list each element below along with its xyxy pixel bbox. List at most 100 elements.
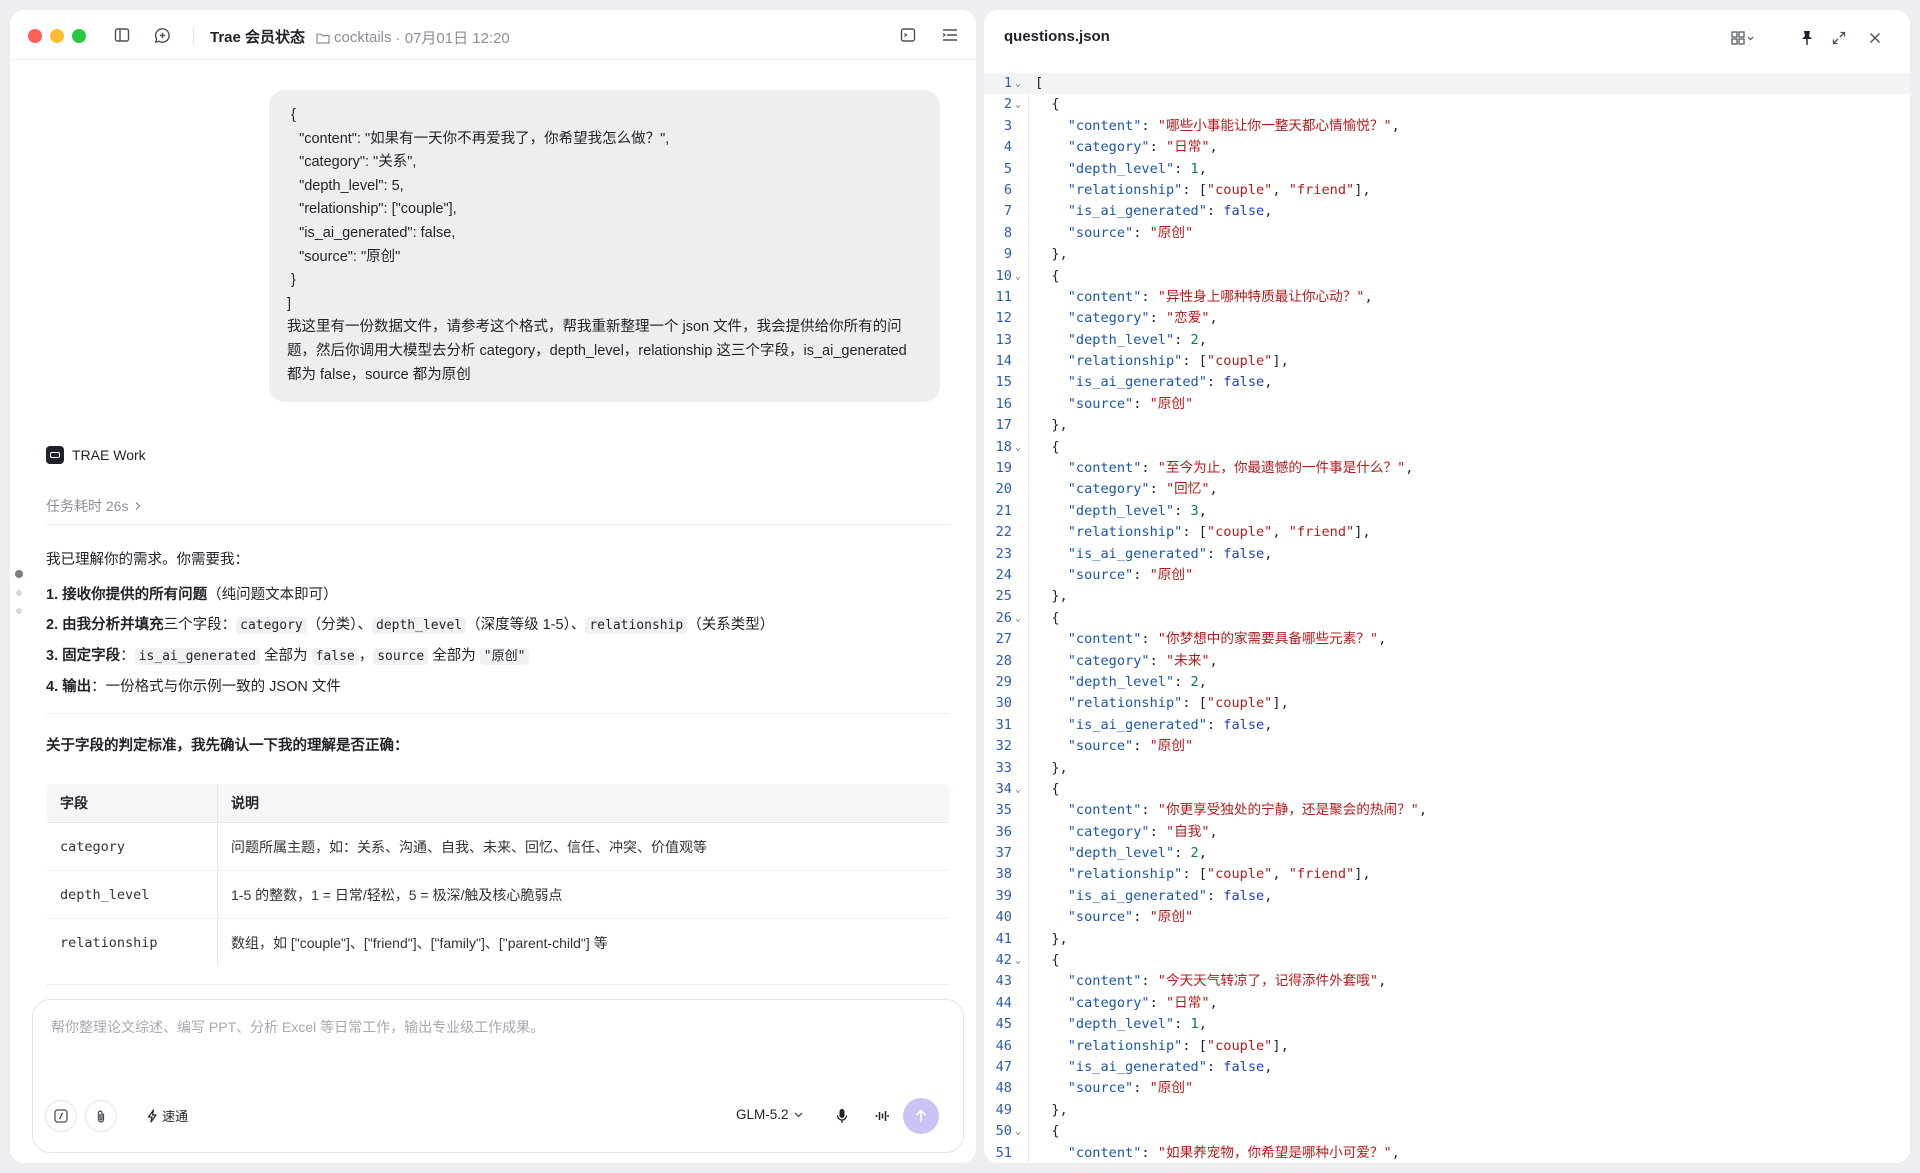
table-row: depth_level 1-5 的整数，1 = 日常/轻松，5 = 极深/触及核… bbox=[47, 870, 949, 919]
scroll-dot[interactable] bbox=[15, 570, 23, 578]
task-list-icon[interactable] bbox=[938, 23, 962, 47]
code-line: 6 "relationship": ["couple", "friend"], bbox=[984, 180, 1910, 201]
send-button[interactable] bbox=[903, 1098, 939, 1134]
folder-name[interactable]: cocktails bbox=[334, 29, 392, 46]
minimize-window-button[interactable] bbox=[50, 29, 64, 43]
code-line: 33 }, bbox=[984, 758, 1910, 779]
scroll-dot[interactable] bbox=[16, 590, 22, 596]
json-string: "原创" bbox=[1149, 395, 1194, 412]
code-punctuation: : bbox=[1149, 994, 1166, 1011]
code-punctuation: : bbox=[1174, 845, 1191, 862]
expand-button[interactable] bbox=[1828, 27, 1850, 49]
microphone-button[interactable] bbox=[830, 1104, 854, 1128]
code-punctuation: , bbox=[1209, 310, 1218, 327]
code-punctuation: : bbox=[1133, 909, 1150, 926]
line-number: 13 bbox=[995, 331, 1012, 348]
code-text: "category": "日常", bbox=[1035, 993, 1218, 1014]
task-duration-toggle[interactable]: 任务耗时 26s bbox=[46, 496, 142, 516]
model-selector[interactable]: GLM-5.2 bbox=[736, 1107, 803, 1122]
step-label: 4. 输出 bbox=[46, 679, 92, 695]
code-text: "source": "原创" bbox=[1035, 223, 1193, 244]
view-mode-dropdown[interactable] bbox=[1725, 27, 1761, 49]
code-line: 9 }, bbox=[984, 244, 1910, 265]
json-string: "原创" bbox=[1149, 1080, 1194, 1097]
user-code-line: ] bbox=[287, 295, 292, 312]
line-number: 23 bbox=[995, 545, 1012, 562]
code-punctuation: [ bbox=[1198, 181, 1207, 198]
command-button[interactable] bbox=[45, 1100, 77, 1132]
code-punctuation: : bbox=[1149, 652, 1166, 669]
voice-mode-button[interactable] bbox=[870, 1104, 894, 1128]
sidebar-toggle-icon[interactable] bbox=[110, 23, 134, 47]
step-text: ： bbox=[120, 648, 135, 664]
user-code-line: "source": "原创" bbox=[287, 248, 401, 265]
code-text: }, bbox=[1035, 758, 1067, 779]
code-punctuation: , bbox=[1198, 331, 1207, 348]
microphone-icon bbox=[836, 1109, 848, 1123]
pin-button[interactable] bbox=[1796, 27, 1818, 49]
code-punctuation: , bbox=[1280, 353, 1289, 370]
step-text: （关系类型） bbox=[687, 617, 775, 633]
json-number: 3 bbox=[1190, 502, 1199, 519]
json-key: "content" bbox=[1067, 460, 1142, 477]
fold-chevron-icon: ⌄ bbox=[1015, 1126, 1022, 1138]
code-punctuation: : bbox=[1133, 395, 1150, 412]
code-punctuation: , bbox=[1280, 1037, 1289, 1054]
code-line: 37 "depth_level": 2, bbox=[984, 843, 1910, 864]
code-text: { bbox=[1035, 1121, 1059, 1142]
arrow-up-icon bbox=[915, 1109, 927, 1122]
table-row: relationship 数组，如 ["couple"]、["friend"]、… bbox=[47, 918, 949, 966]
user-code-line: "category": "关系", bbox=[287, 154, 417, 171]
code-line: 44 "category": "日常", bbox=[984, 993, 1910, 1014]
code-punctuation: : bbox=[1174, 673, 1191, 690]
code-punctuation: : bbox=[1206, 716, 1224, 733]
attach-button[interactable] bbox=[85, 1100, 117, 1132]
code-line: 13 "depth_level": 2, bbox=[984, 330, 1910, 351]
code-line: 41 }, bbox=[984, 929, 1910, 950]
step-text: （分类）、 bbox=[306, 617, 372, 633]
code-line: 19 "content": "至今为止，你最遗憾的一件事是什么？", bbox=[984, 458, 1910, 479]
divider bbox=[46, 524, 950, 525]
code-punctuation: , bbox=[1418, 802, 1428, 819]
preview-panel-icon[interactable] bbox=[896, 23, 920, 47]
speed-mode-button[interactable]: 速通 bbox=[147, 1106, 188, 1125]
code-punctuation: , bbox=[1209, 481, 1218, 498]
code-text: "depth_level": 1, bbox=[1035, 1014, 1207, 1035]
json-key: "depth_level" bbox=[1067, 845, 1175, 862]
code-punctuation: : bbox=[1182, 353, 1199, 370]
code-punctuation: , bbox=[1209, 652, 1218, 669]
table-cell: 问题所属主题，如：关系、沟通、自我、未来、回忆、信任、冲突、价值观等 bbox=[217, 822, 949, 871]
line-number: 12 bbox=[995, 310, 1012, 327]
code-editor[interactable]: 1 ⌄[2 ⌄ {3 "content": "哪些小事能让你一整天都心情愉悦？", 4… bbox=[984, 73, 1910, 1163]
code-punctuation: : bbox=[1174, 502, 1191, 519]
composer-input[interactable]: 帮你整理论文综述、编写 PPT、分析 Excel 等日常工作，输出专业级工作成果… bbox=[51, 1017, 544, 1037]
code-text: }, bbox=[1035, 415, 1068, 436]
new-chat-icon[interactable] bbox=[150, 23, 174, 47]
json-key: "category" bbox=[1067, 994, 1150, 1011]
zoom-window-button[interactable] bbox=[72, 29, 86, 43]
code-text: "is_ai_generated": false, bbox=[1035, 201, 1273, 222]
code-punctuation: , bbox=[1198, 1016, 1207, 1033]
close-panel-button[interactable] bbox=[1864, 27, 1886, 49]
json-key: "source" bbox=[1067, 738, 1134, 755]
code-punctuation: , bbox=[1378, 973, 1387, 990]
json-string: "原创" bbox=[1149, 909, 1194, 926]
code-line: 47 "is_ai_generated": false, bbox=[984, 1057, 1910, 1078]
scroll-dot[interactable] bbox=[16, 608, 22, 614]
code-text: "category": "自我", bbox=[1035, 822, 1218, 843]
message-scroll-indicator[interactable] bbox=[14, 570, 24, 626]
code-line: 22 "relationship": ["couple", "friend"], bbox=[984, 522, 1910, 543]
code-punctuation: }, bbox=[1035, 588, 1068, 605]
message-composer[interactable]: 帮你整理论文综述、编写 PPT、分析 Excel 等日常工作，输出专业级工作成果… bbox=[32, 999, 964, 1153]
code-text: "content": "至今为止，你最遗憾的一件事是什么？", bbox=[1035, 458, 1414, 479]
code-text: "source": "原创" bbox=[1035, 736, 1193, 757]
close-window-button[interactable] bbox=[28, 29, 42, 43]
code-punctuation: }, bbox=[1035, 417, 1068, 434]
